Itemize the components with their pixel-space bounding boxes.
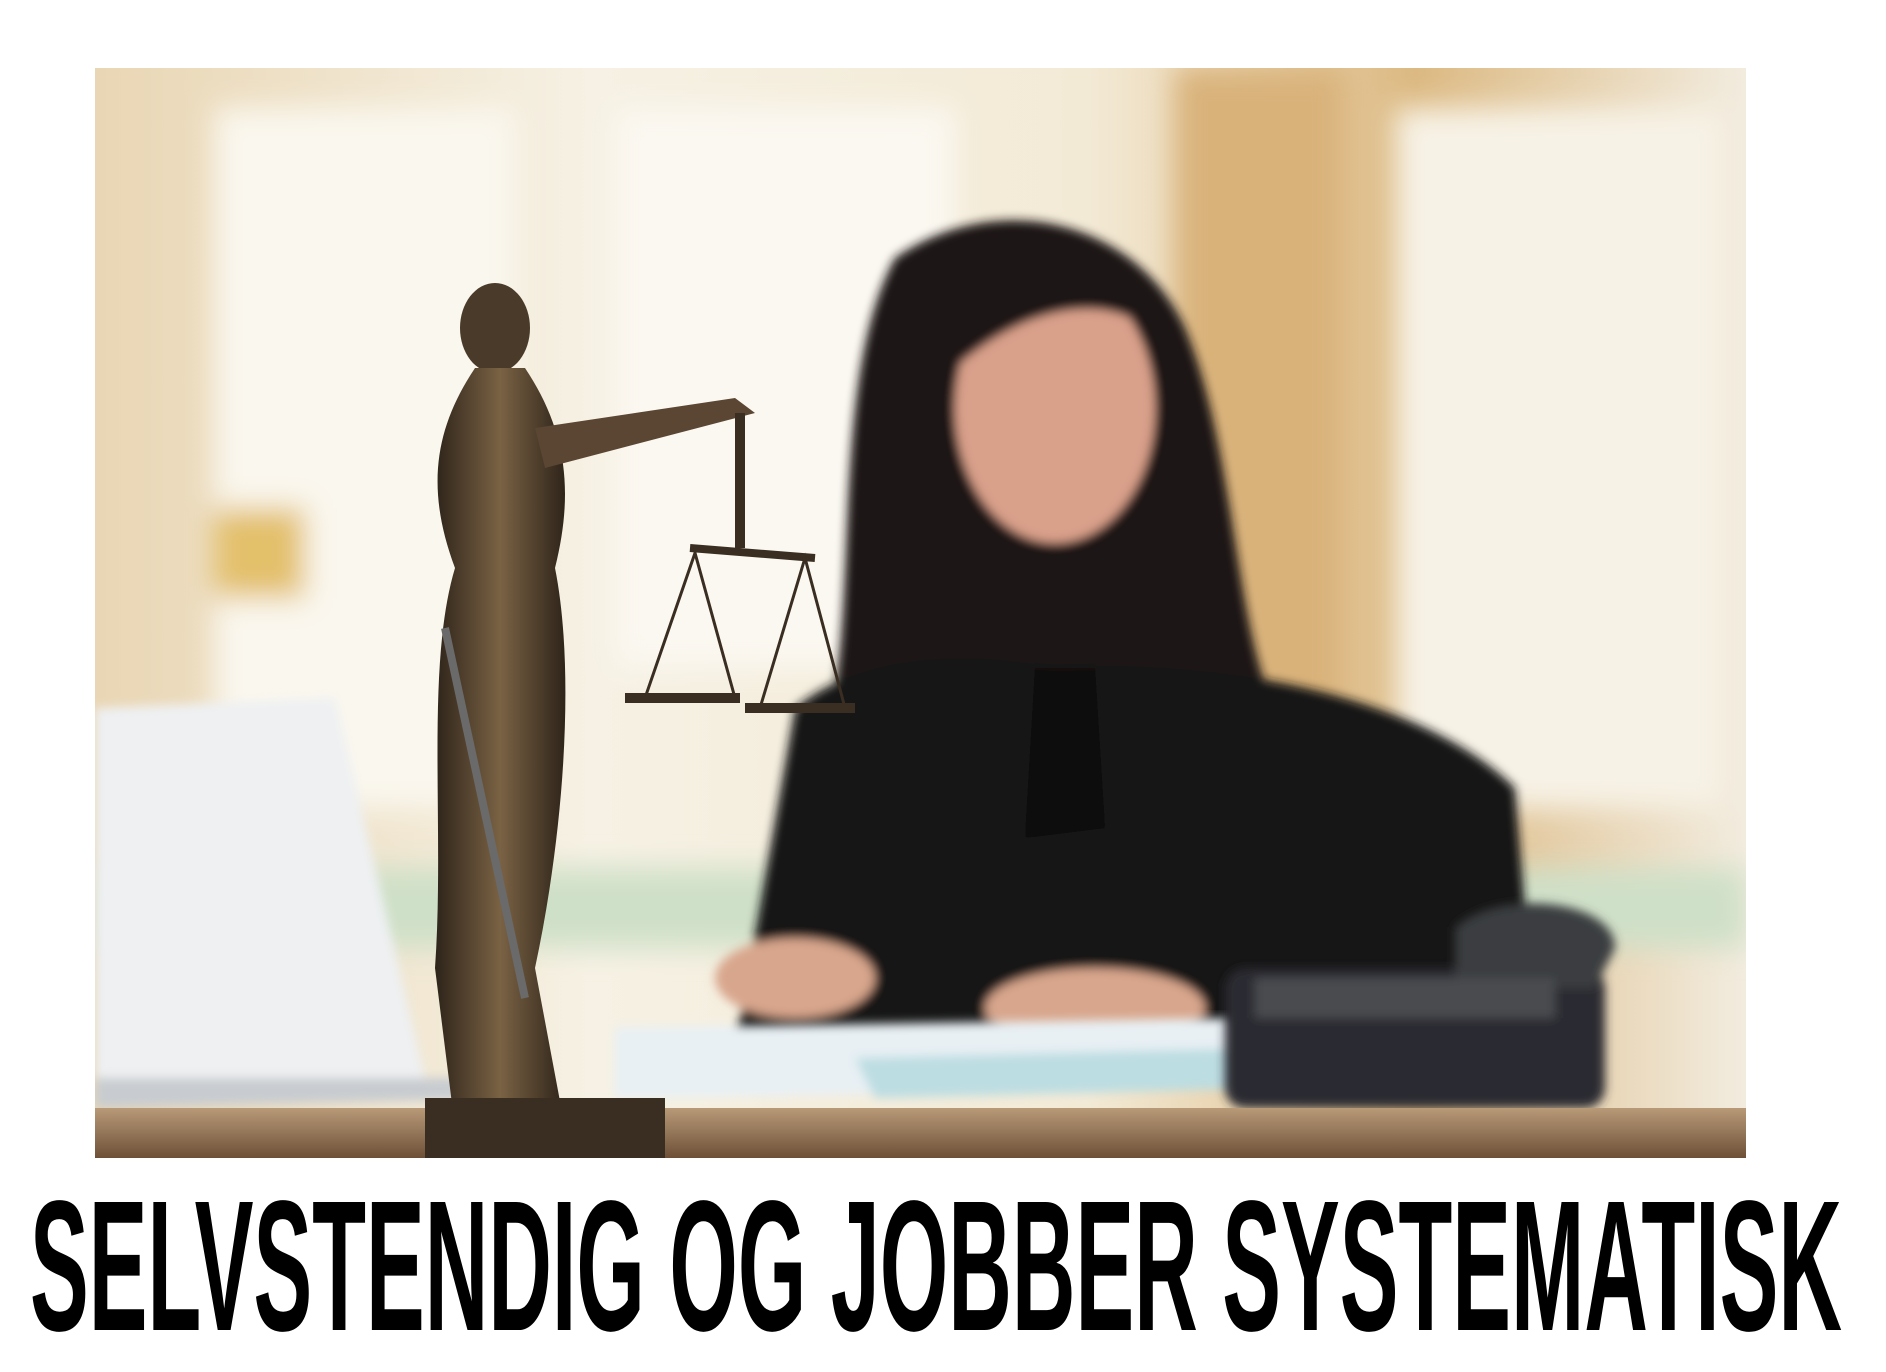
- photo-lawyer-at-desk: [95, 68, 1746, 1158]
- caption-text: SELVSTENDIG OG JOBBER SYSTEMATISK: [30, 1190, 1842, 1340]
- desk: [95, 1108, 1746, 1158]
- papers: [615, 1018, 1275, 1098]
- photo-illustration: [95, 68, 1746, 1158]
- caption-heading: SELVSTENDIG OG JOBBER SYSTEMATISK: [30, 1190, 1842, 1340]
